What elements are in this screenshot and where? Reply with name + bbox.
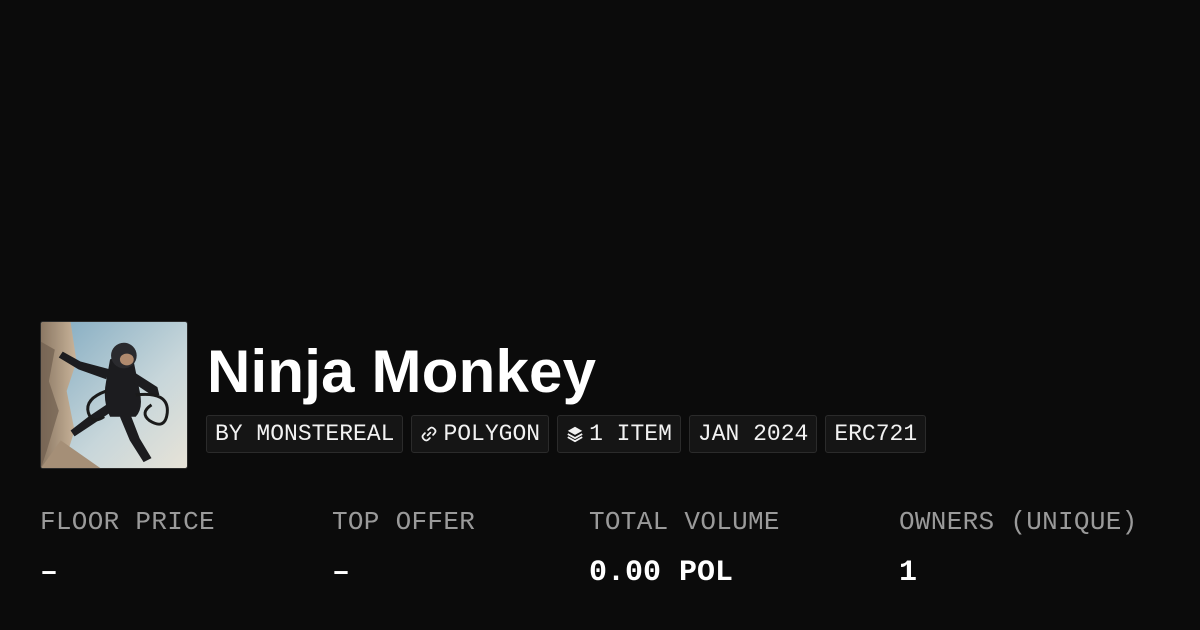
standard-tag-label: ERC721 bbox=[834, 421, 918, 447]
owners-value: 1 bbox=[899, 556, 918, 590]
top-offer-stat: TOP OFFER – bbox=[332, 505, 475, 591]
top-offer-value: – bbox=[332, 556, 351, 590]
owners-stat: OWNERS (UNIQUE) 1 bbox=[899, 505, 1138, 591]
floor-price-label: FLOOR PRICE bbox=[40, 507, 215, 537]
layers-icon bbox=[566, 425, 584, 443]
standard-tag: ERC721 bbox=[825, 415, 927, 453]
collection-tags: BY MONSTEREAL POLYGON 1 ITEM JAN 2024 ER… bbox=[206, 415, 927, 453]
owners-label: OWNERS (UNIQUE) bbox=[899, 507, 1138, 537]
date-tag-label: JAN 2024 bbox=[697, 421, 809, 447]
creator-tag-label: BY MONSTEREAL bbox=[215, 421, 395, 447]
collection-thumbnail bbox=[40, 321, 188, 469]
total-volume-stat: TOTAL VOLUME 0.00 POL bbox=[589, 505, 780, 591]
floor-price-stat: FLOOR PRICE – bbox=[40, 505, 215, 591]
collection-og-card: Ninja Monkey BY MONSTEREAL POLYGON 1 ITE… bbox=[0, 0, 1200, 630]
items-tag-label: 1 ITEM bbox=[589, 421, 672, 447]
chain-tag[interactable]: POLYGON bbox=[411, 415, 550, 453]
chain-link-icon bbox=[420, 425, 438, 443]
total-volume-label: TOTAL VOLUME bbox=[589, 507, 780, 537]
date-tag: JAN 2024 bbox=[688, 415, 818, 453]
collection-title: Ninja Monkey bbox=[207, 338, 597, 405]
top-offer-label: TOP OFFER bbox=[332, 507, 476, 537]
ninja-monkey-image bbox=[41, 322, 187, 468]
floor-price-value: – bbox=[40, 556, 59, 590]
creator-tag[interactable]: BY MONSTEREAL bbox=[206, 415, 404, 453]
items-tag[interactable]: 1 ITEM bbox=[557, 415, 681, 453]
chain-tag-label: POLYGON bbox=[443, 421, 541, 447]
total-volume-value: 0.00 POL bbox=[589, 556, 734, 590]
